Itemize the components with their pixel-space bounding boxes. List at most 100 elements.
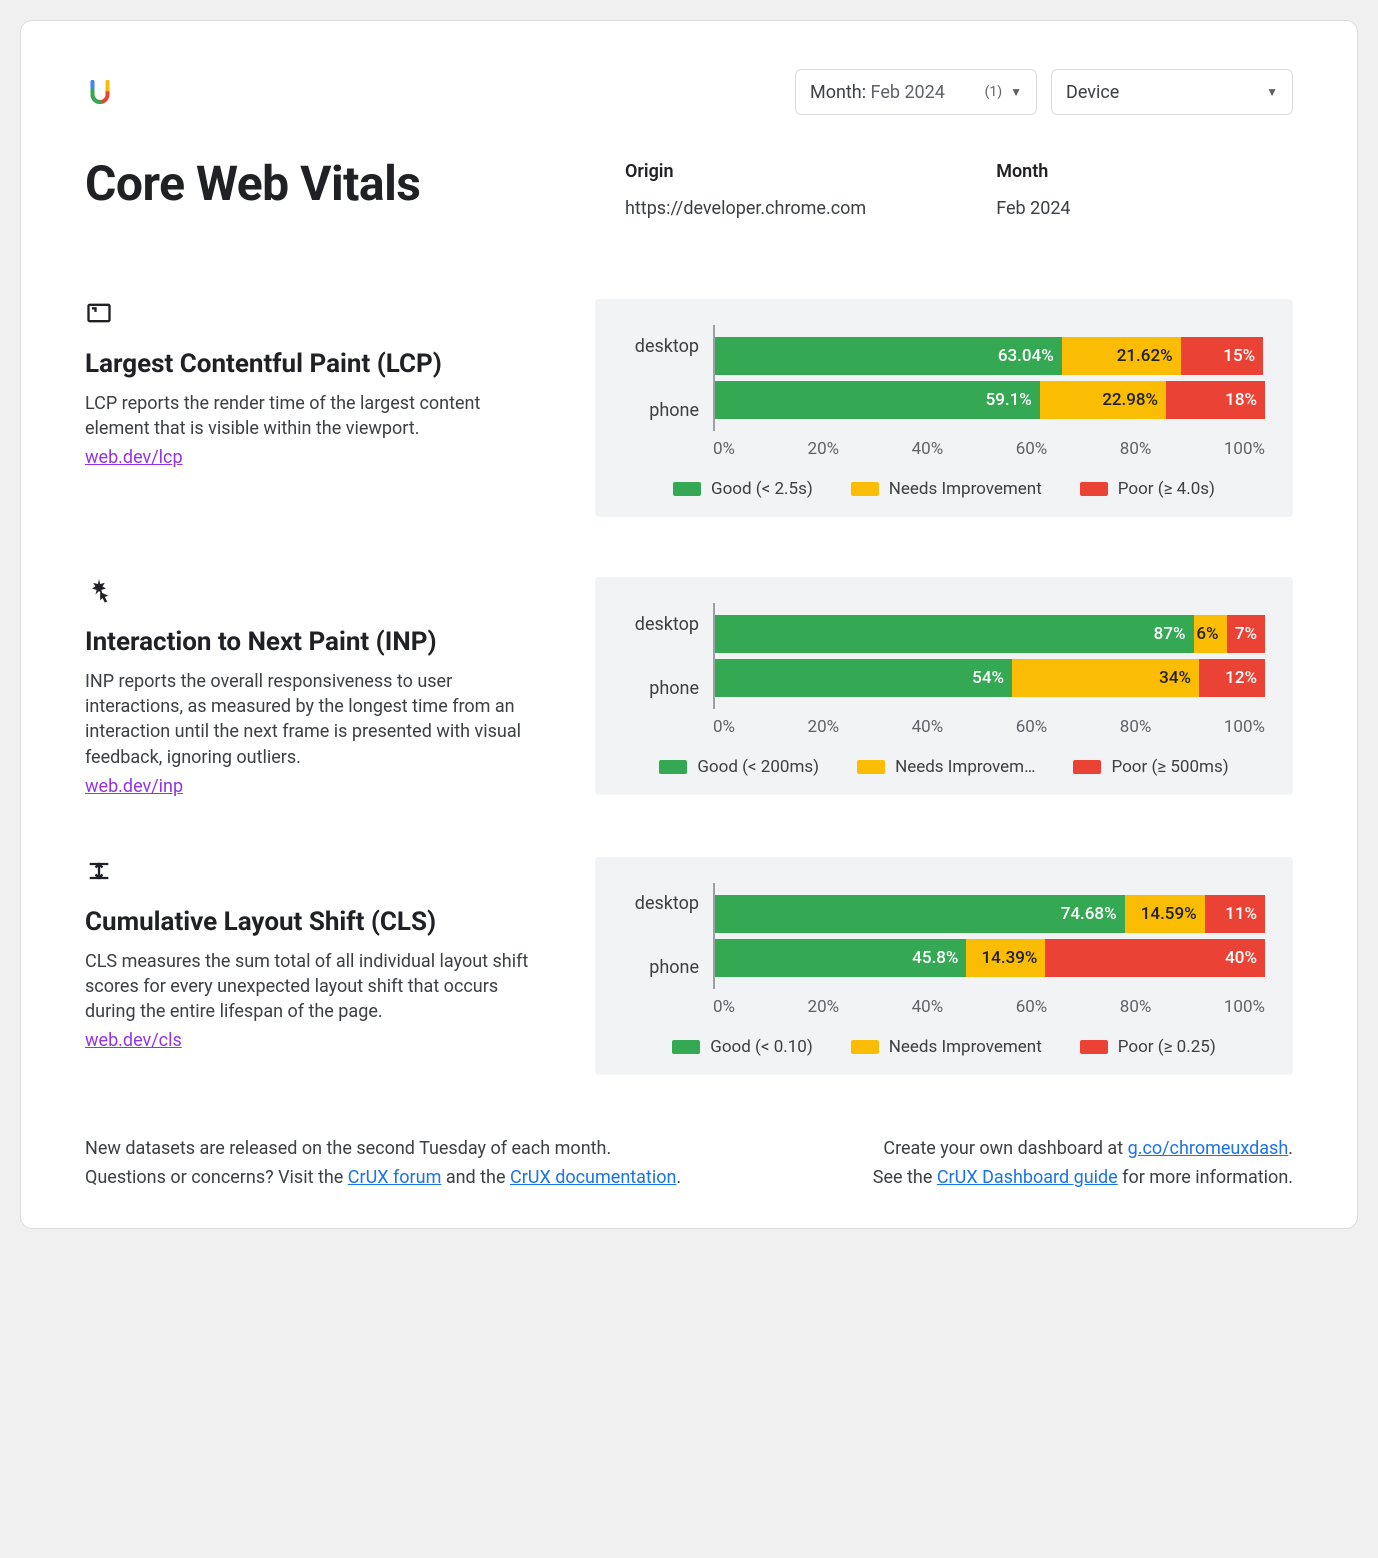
bar-row-label: desktop bbox=[623, 885, 699, 923]
origin-block: Origin https://developer.chrome.com bbox=[625, 161, 866, 219]
axis-tick: 20% bbox=[808, 717, 840, 737]
x-axis: 0%20%40%60%80%100% bbox=[713, 717, 1265, 737]
footer-left: New datasets are released on the second … bbox=[85, 1135, 681, 1193]
legend-label: Needs Improvement bbox=[889, 1037, 1042, 1057]
axis-tick: 80% bbox=[1120, 997, 1152, 1017]
legend-item-good: Good (< 0.10) bbox=[672, 1037, 813, 1057]
footer: New datasets are released on the second … bbox=[85, 1135, 1293, 1193]
footer-line1: New datasets are released on the second … bbox=[85, 1135, 681, 1164]
topbar: Month: Feb 2024 (1) ▼ Device ▼ bbox=[85, 69, 1293, 115]
metric-info-inp: Interaction to Next Paint (INP) INP repo… bbox=[85, 577, 545, 797]
bar-segment-poor: 12% bbox=[1199, 659, 1265, 697]
legend-swatch bbox=[851, 1040, 879, 1054]
metric-link-lcp[interactable]: web.dev/lcp bbox=[85, 447, 183, 468]
metric-title: Largest Contentful Paint (LCP) bbox=[85, 349, 545, 379]
footer-right: Create your own dashboard at g.co/chrome… bbox=[873, 1135, 1293, 1193]
header-meta: Origin https://developer.chrome.com Mont… bbox=[625, 155, 1071, 219]
axis-tick: 80% bbox=[1120, 717, 1152, 737]
legend-swatch bbox=[659, 760, 687, 774]
axis-tick: 20% bbox=[808, 439, 840, 459]
bar-segment-poor: 15% bbox=[1181, 337, 1264, 375]
crux-docs-link[interactable]: CrUX documentation bbox=[510, 1167, 676, 1188]
bar-row-label: phone bbox=[623, 949, 699, 987]
axis-tick: 60% bbox=[1016, 439, 1048, 459]
legend: Good (< 2.5s) Needs Improvement Poor (≥ … bbox=[623, 479, 1265, 499]
chromeuxdash-link[interactable]: g.co/chromeuxdash bbox=[1128, 1138, 1289, 1159]
page-title: Core Web Vitals bbox=[85, 155, 565, 219]
axis-tick: 40% bbox=[912, 717, 944, 737]
legend-label: Good (< 0.10) bbox=[710, 1037, 813, 1057]
bar-row: 63.04%21.62%15% bbox=[715, 337, 1265, 375]
cls-icon bbox=[85, 857, 545, 889]
legend-label: Good (< 2.5s) bbox=[711, 479, 813, 499]
legend-swatch bbox=[1073, 760, 1101, 774]
bar-segment-poor: 18% bbox=[1166, 381, 1265, 419]
bar-segment-good: 87% bbox=[715, 615, 1194, 653]
bar-segment-poor: 7% bbox=[1227, 615, 1266, 653]
axis-tick: 0% bbox=[713, 997, 735, 1017]
x-axis: 0%20%40%60%80%100% bbox=[713, 439, 1265, 459]
dashboard-guide-link[interactable]: CrUX Dashboard guide bbox=[937, 1167, 1118, 1188]
legend-swatch bbox=[851, 482, 879, 496]
x-axis: 0%20%40%60%80%100% bbox=[713, 997, 1265, 1017]
bar-row-label: desktop bbox=[623, 605, 699, 643]
bar-segment-needs: 6% bbox=[1194, 615, 1227, 653]
month-selector[interactable]: Month: Feb 2024 (1) ▼ bbox=[795, 69, 1037, 115]
legend-label: Good (< 200ms) bbox=[697, 757, 819, 777]
header-row: Core Web Vitals Origin https://developer… bbox=[85, 155, 1293, 219]
bar-segment-good: 54% bbox=[715, 659, 1012, 697]
legend-item-good: Good (< 200ms) bbox=[659, 757, 819, 777]
metric-desc: LCP reports the render time of the large… bbox=[85, 391, 545, 441]
chart-lcp: desktopphone63.04%21.62%15%59.1%22.98%18… bbox=[595, 299, 1293, 517]
axis-tick: 0% bbox=[713, 717, 735, 737]
legend-item-poor: Poor (≥ 0.25) bbox=[1080, 1037, 1216, 1057]
origin-value: https://developer.chrome.com bbox=[625, 198, 866, 219]
metric-info-lcp: Largest Contentful Paint (LCP) LCP repor… bbox=[85, 299, 545, 468]
caret-down-icon: ▼ bbox=[1266, 85, 1278, 99]
legend-item-good: Good (< 2.5s) bbox=[673, 479, 813, 499]
bar-row: 54%34%12% bbox=[715, 659, 1265, 697]
metric-link-inp[interactable]: web.dev/inp bbox=[85, 776, 183, 797]
axis-tick: 100% bbox=[1224, 997, 1265, 1017]
filter-selectors: Month: Feb 2024 (1) ▼ Device ▼ bbox=[795, 69, 1293, 115]
crux-forum-link[interactable]: CrUX forum bbox=[348, 1167, 442, 1188]
footer-q: Questions or concerns? Visit the bbox=[85, 1167, 348, 1188]
metric-row-inp: Interaction to Next Paint (INP) INP repo… bbox=[85, 577, 1293, 797]
device-selector[interactable]: Device ▼ bbox=[1051, 69, 1293, 115]
axis-tick: 60% bbox=[1016, 717, 1048, 737]
metric-link-cls[interactable]: web.dev/cls bbox=[85, 1030, 182, 1051]
legend-label: Poor (≥ 4.0s) bbox=[1118, 479, 1215, 499]
axis-tick: 0% bbox=[713, 439, 735, 459]
month-value: Feb 2024 bbox=[996, 198, 1070, 219]
legend-label: Poor (≥ 500ms) bbox=[1111, 757, 1228, 777]
caret-down-icon: ▼ bbox=[1010, 85, 1022, 99]
bar-segment-good: 45.8% bbox=[715, 939, 966, 977]
legend-label: Needs Improvem… bbox=[895, 757, 1035, 777]
bar-segment-poor: 11% bbox=[1205, 895, 1265, 933]
metric-desc: INP reports the overall responsiveness t… bbox=[85, 669, 545, 770]
legend-swatch bbox=[1080, 482, 1108, 496]
axis-tick: 60% bbox=[1016, 997, 1048, 1017]
metric-title: Interaction to Next Paint (INP) bbox=[85, 627, 545, 657]
metric-title: Cumulative Layout Shift (CLS) bbox=[85, 907, 545, 937]
axis-tick: 80% bbox=[1120, 439, 1152, 459]
bar-segment-poor: 40% bbox=[1045, 939, 1265, 977]
month-label: Month bbox=[996, 161, 1070, 182]
legend-label: Poor (≥ 0.25) bbox=[1118, 1037, 1216, 1057]
legend-swatch bbox=[673, 482, 701, 496]
metric-row-lcp: Largest Contentful Paint (LCP) LCP repor… bbox=[85, 299, 1293, 517]
metric-desc: CLS measures the sum total of all indivi… bbox=[85, 949, 545, 1025]
legend: Good (< 0.10) Needs Improvement Poor (≥ … bbox=[623, 1037, 1265, 1057]
axis-tick: 20% bbox=[808, 997, 840, 1017]
bar-row: 59.1%22.98%18% bbox=[715, 381, 1265, 419]
bar-row: 74.68%14.59%11% bbox=[715, 895, 1265, 933]
bar-segment-good: 59.1% bbox=[715, 381, 1040, 419]
legend-swatch bbox=[1080, 1040, 1108, 1054]
bar-segment-needs: 34% bbox=[1012, 659, 1199, 697]
month-selector-label: Month: bbox=[810, 82, 866, 103]
chart-cls: desktopphone74.68%14.59%11%45.8%14.39%40… bbox=[595, 857, 1293, 1075]
origin-label: Origin bbox=[625, 161, 866, 182]
dashboard-card: Month: Feb 2024 (1) ▼ Device ▼ Core Web … bbox=[20, 20, 1358, 1229]
device-selector-label: Device bbox=[1066, 82, 1119, 103]
bar-row-label: phone bbox=[623, 391, 699, 429]
